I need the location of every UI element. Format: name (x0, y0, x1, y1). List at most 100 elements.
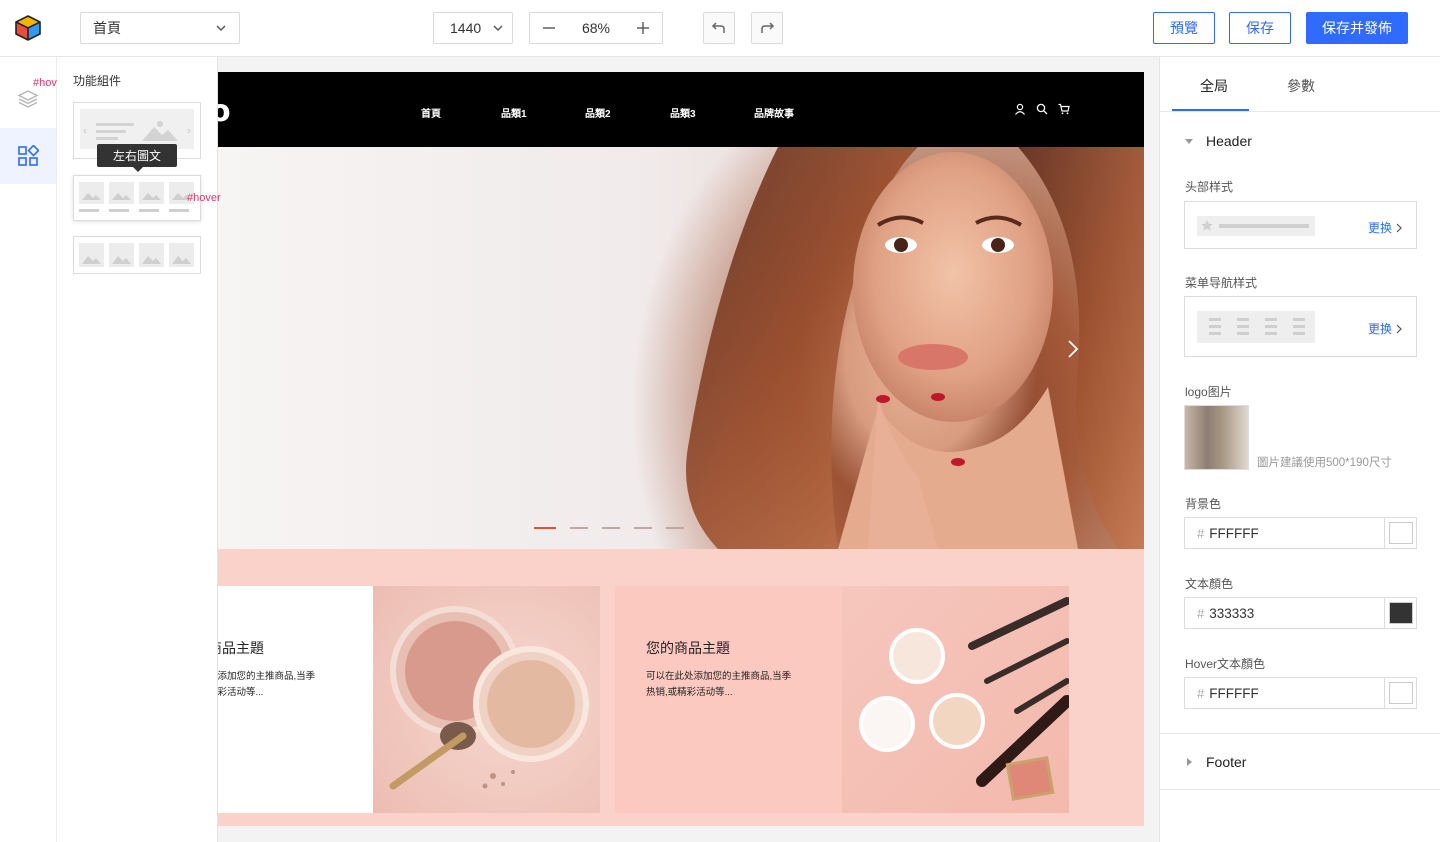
carousel-dot[interactable] (534, 527, 556, 529)
zoom-in-button[interactable] (636, 21, 650, 35)
hover-annotation: #hover (187, 192, 221, 204)
rail-components-button[interactable] (0, 128, 56, 184)
carousel-next-icon[interactable] (1066, 338, 1080, 360)
hero-carousel[interactable] (218, 147, 1144, 549)
site-nav-item[interactable]: 品類1 (501, 105, 527, 120)
hash-icon: # (1197, 525, 1205, 541)
promo-image (373, 586, 600, 813)
site-header[interactable]: o 首頁 品類1 品類2 品類3 品牌故事 (218, 72, 1144, 147)
bg-color-label: 背景色 (1185, 497, 1222, 511)
component-image-text-card[interactable] (73, 175, 201, 221)
hover-color-label: Hover文本顏色 (1185, 657, 1266, 671)
page-select[interactable]: 首頁 (80, 12, 240, 44)
promo-section[interactable]: 商品主題 处添加您的主推商品,当季 精彩活动等... (218, 549, 1144, 826)
tab-global[interactable]: 全局 (1200, 76, 1228, 96)
chevron-right-icon (1396, 223, 1402, 232)
header-style-label: 头部样式 (1185, 180, 1234, 194)
menu-style-box[interactable]: 更换 (1184, 296, 1417, 357)
carousel-dot[interactable] (634, 527, 652, 529)
carousel-dot[interactable] (602, 527, 620, 529)
user-icon[interactable] (1014, 103, 1026, 115)
component-tooltip: 左右圖文 (97, 144, 177, 172)
change-label: 更换 (1367, 221, 1392, 235)
text-color-value: 333333 (1209, 605, 1255, 621)
change-label: 更换 (1367, 322, 1392, 336)
redo-button[interactable] (751, 12, 783, 44)
page-canvas[interactable]: o 首頁 品類1 品類2 品類3 品牌故事 品主題 处添加您的主推商品,当季 彩… (218, 72, 1144, 826)
promo-desc-line: 可以在此处添加您的主推商品,当季 (646, 671, 792, 682)
component-image-grid-card[interactable] (73, 236, 201, 274)
makeup-brushes-image (859, 597, 1069, 801)
search-icon[interactable] (1036, 103, 1048, 115)
undo-icon (711, 22, 725, 33)
site-nav-item[interactable]: 首頁 (421, 105, 441, 120)
color-swatch-fill (1388, 522, 1413, 544)
bg-color-swatch[interactable] (1384, 518, 1416, 548)
promo-card-text: 商品主題 处添加您的主推商品,当季 精彩活动等... (218, 586, 373, 813)
promo-desc-line: 热销,或精彩活动等... (646, 687, 733, 698)
undo-button[interactable] (703, 12, 735, 44)
site-nav-item[interactable]: 品類2 (585, 105, 611, 120)
hash-icon: # (1197, 685, 1205, 701)
text-color-label: 文本顏色 (1185, 577, 1234, 591)
promo-title: 商品主題 (218, 640, 264, 656)
cart-icon[interactable] (1058, 103, 1070, 115)
plus-icon (637, 22, 649, 34)
canvas-width-select[interactable]: 1440 (433, 12, 513, 44)
zoom-control: 68% (529, 12, 663, 44)
active-tab-indicator (1172, 109, 1249, 111)
save-and-publish-button[interactable]: 保存并發佈 (1306, 12, 1408, 44)
components-title: 功能組件 (73, 74, 122, 88)
site-nav-item[interactable]: 品牌故事 (754, 105, 794, 120)
site-nav-item[interactable]: 品類3 (670, 105, 696, 120)
promo-image (842, 586, 1069, 813)
header-section-title: Header (1206, 133, 1252, 149)
promo-desc: 处添加您的主推商品,当季 精彩活动等... (218, 669, 378, 701)
zoom-value: 68% (581, 20, 611, 36)
promo-desc-line: 处添加您的主推商品,当季 (218, 671, 316, 682)
preview-button[interactable]: 預覽 (1153, 12, 1215, 44)
hover-color-swatch[interactable] (1384, 678, 1416, 708)
carousel-pagination (534, 527, 684, 529)
site-logo[interactable]: o (218, 94, 231, 129)
footer-section-toggle[interactable]: Footer (1184, 754, 1246, 770)
logo-image-thumbnail[interactable] (1184, 405, 1249, 470)
hover-color-input[interactable]: # FFFFFF (1184, 677, 1417, 709)
text-color-swatch[interactable] (1384, 598, 1416, 628)
color-swatch-fill (1388, 682, 1413, 704)
components-panel: 功能組件 左右圖文 (57, 57, 218, 842)
header-section-toggle[interactable]: Header (1184, 133, 1252, 149)
hover-color-value: FFFFFF (1209, 685, 1259, 701)
color-swatch-fill (1388, 602, 1413, 624)
carousel-dot[interactable] (666, 527, 684, 529)
save-button[interactable]: 保存 (1229, 12, 1291, 44)
text-color-input[interactable]: # 333333 (1184, 597, 1417, 629)
app-logo-icon[interactable] (15, 15, 41, 41)
components-icon (18, 145, 39, 166)
page-select-value: 首頁 (93, 20, 121, 36)
tab-params[interactable]: 參數 (1287, 76, 1315, 96)
image-row-thumbnail-icon (79, 243, 194, 267)
header-style-box[interactable]: 更换 (1184, 201, 1417, 249)
change-header-style-link[interactable]: 更换 (1368, 219, 1402, 236)
promo-desc: 可以在此处添加您的主推商品,当季 热销,或精彩活动等... (646, 669, 816, 701)
hero-model-image (686, 147, 1144, 549)
carousel-dot[interactable] (570, 527, 588, 529)
header-style-preview-icon (1197, 216, 1315, 236)
divider (1160, 733, 1440, 734)
promo-title: 您的商品主題 (646, 640, 730, 656)
caret-right-icon (1187, 758, 1192, 766)
top-toolbar: 首頁 1440 68% 預覽 保存 保存并發佈 (0, 0, 1440, 57)
promo-card[interactable]: 您的商品主題 可以在此处添加您的主推商品,当季 热销,或精彩活动等... (615, 586, 1069, 813)
bg-color-input[interactable]: # FFFFFF (1184, 517, 1417, 549)
zoom-out-button[interactable] (542, 21, 556, 35)
promo-card-text: 您的商品主題 可以在此处添加您的主推商品,当季 热销,或精彩活动等... (615, 586, 842, 813)
canvas-width-value: 1440 (450, 20, 482, 36)
logo-label: logo图片 (1185, 385, 1232, 399)
promo-card[interactable]: 商品主題 处添加您的主推商品,当季 精彩活动等... (218, 586, 600, 813)
chevron-down-icon (216, 25, 226, 31)
chevron-down-icon (493, 25, 503, 31)
change-menu-style-link[interactable]: 更换 (1368, 320, 1402, 337)
menu-style-label: 菜单导航样式 (1185, 276, 1258, 290)
image-grid-thumbnail-icon (79, 182, 194, 212)
